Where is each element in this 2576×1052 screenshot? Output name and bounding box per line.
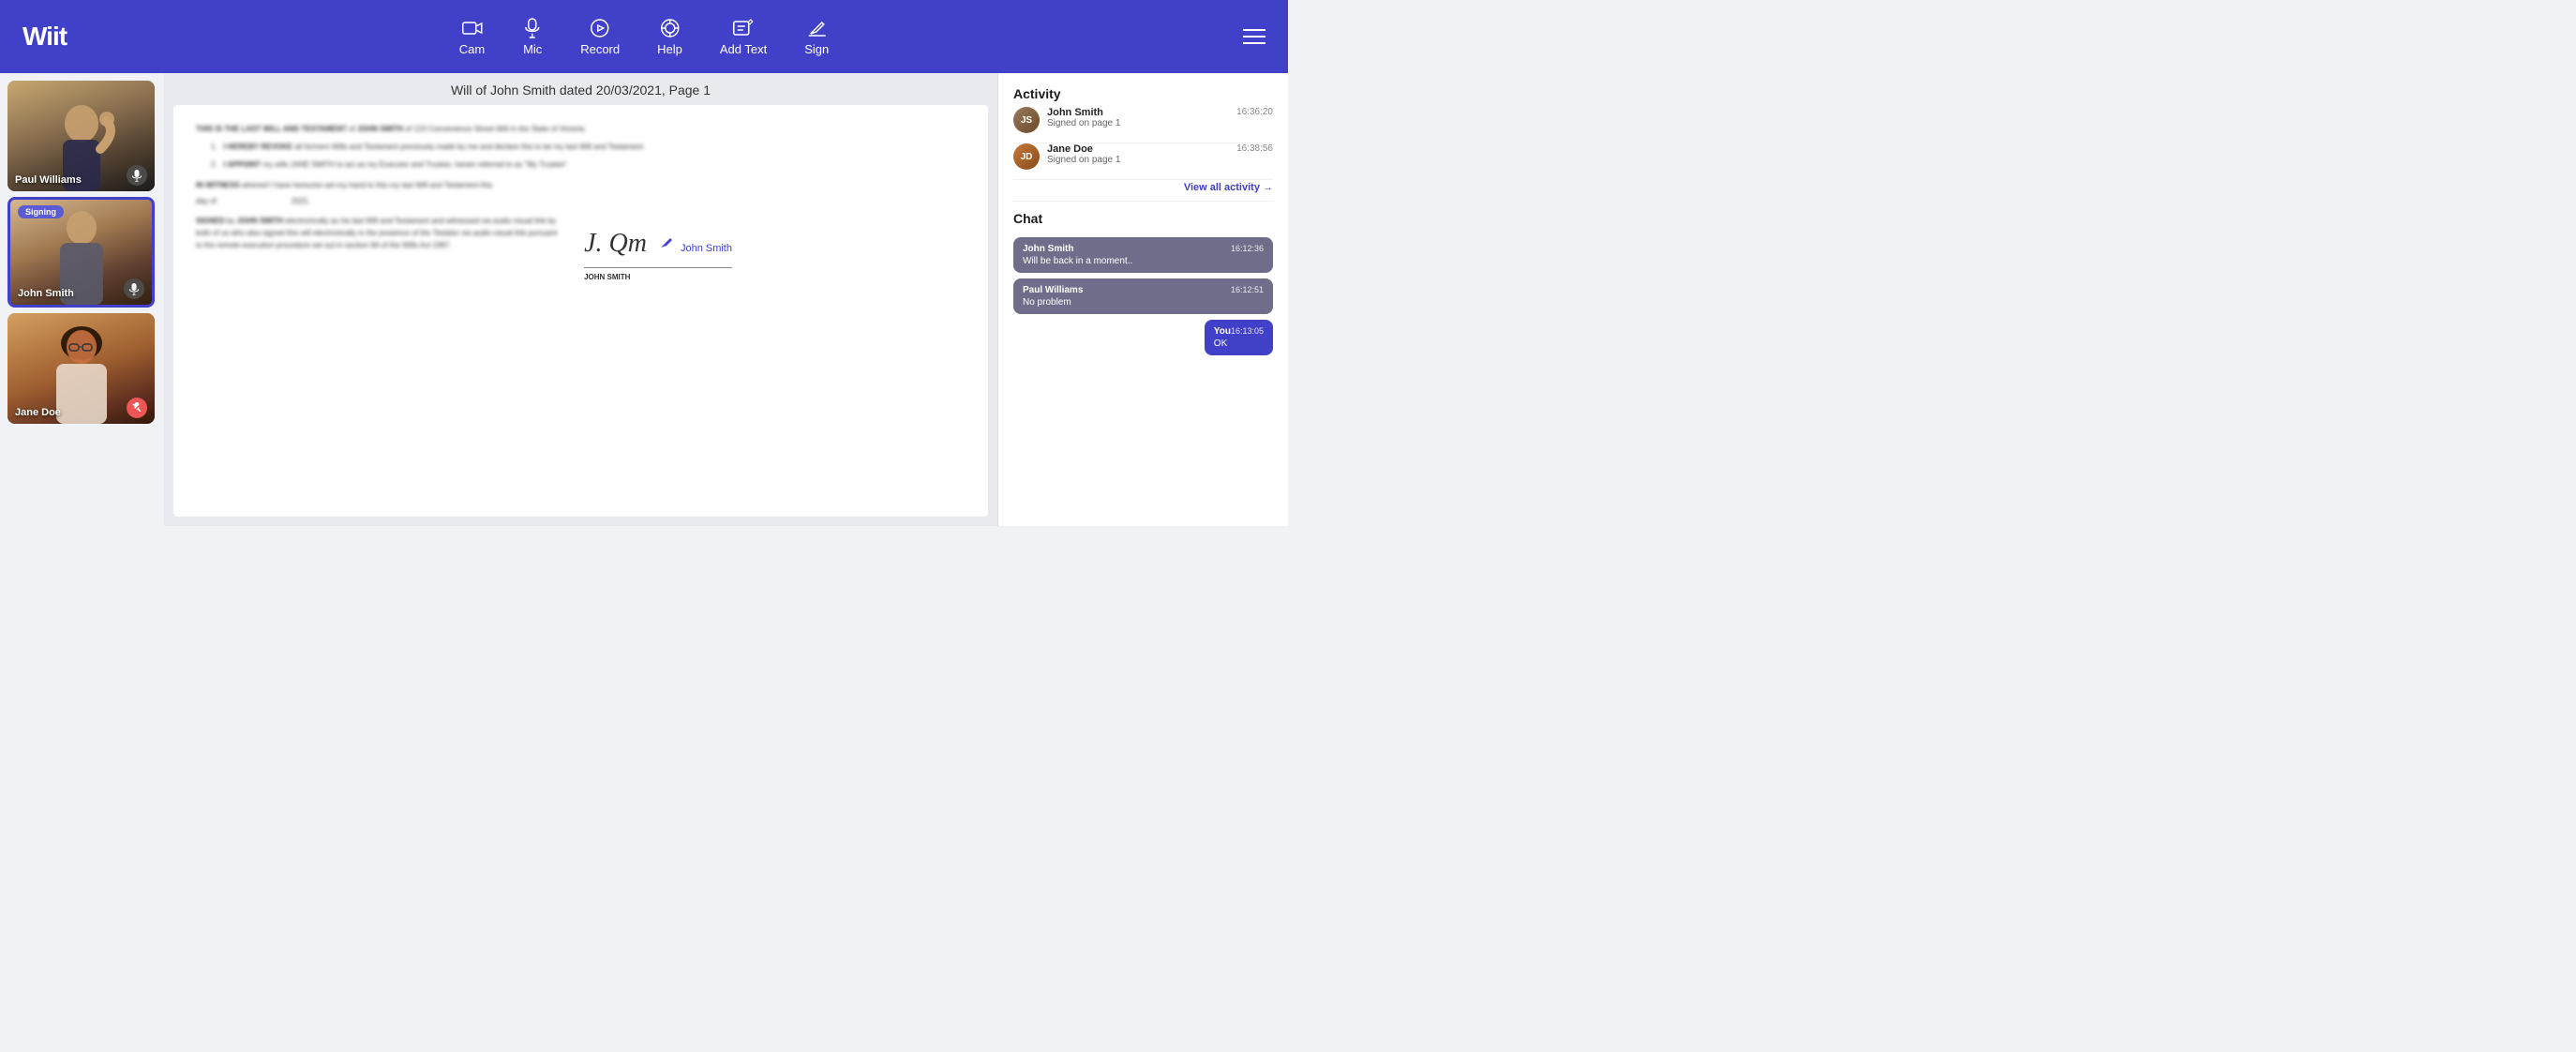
activity-jane-desc: Signed on page 1 bbox=[1047, 155, 1273, 165]
video-jane[interactable]: Jane Doe bbox=[7, 313, 155, 424]
video-john[interactable]: Signing John Smith bbox=[7, 197, 155, 308]
signature-blue-name: John Smith bbox=[681, 243, 732, 254]
chat-sender-you: You bbox=[1214, 326, 1231, 337]
center-panel: Will of John Smith dated 20/03/2021, Pag… bbox=[164, 73, 997, 526]
chat-time-2: 16:12:51 bbox=[1231, 285, 1264, 295]
nav-help[interactable]: Help bbox=[657, 18, 682, 56]
nav-record[interactable]: Record bbox=[580, 18, 620, 56]
activity-item-john: JS John Smith 16:36:20 Signed on page 1 bbox=[1013, 107, 1273, 143]
mic-jane-button[interactable] bbox=[127, 398, 147, 418]
activity-item-jane: JD Jane Doe 16:38:56 Signed on page 1 bbox=[1013, 143, 1273, 180]
activity-jane-name: Jane Doe bbox=[1047, 143, 1093, 155]
chat-text-1: Will be back in a moment.. bbox=[1023, 256, 1264, 266]
cam-icon bbox=[461, 18, 482, 38]
right-panel: Activity JS John Smith 16:36:20 Signed o… bbox=[997, 73, 1288, 526]
signing-badge: Signing bbox=[18, 205, 64, 218]
addtext-icon bbox=[733, 18, 754, 38]
record-icon bbox=[590, 18, 610, 38]
avatar-jane: JD bbox=[1013, 143, 1040, 170]
signature-cursive: J. Qm John Smith bbox=[584, 223, 732, 268]
header: Wiit Cam Mic bbox=[0, 0, 1288, 73]
chat-message-you: You 16:13:05 OK bbox=[1205, 320, 1273, 355]
activity-title: Activity bbox=[1013, 86, 1273, 101]
chat-text-3: OK bbox=[1214, 338, 1264, 349]
chat-sender-paul: Paul Williams bbox=[1023, 285, 1083, 295]
chat-time-1: 16:12:36 bbox=[1231, 244, 1264, 254]
chat-title: Chat bbox=[1013, 211, 1273, 226]
view-all-activity-link[interactable]: View all activity → bbox=[1013, 180, 1273, 202]
signature-area: J. Qm John Smith bbox=[584, 223, 771, 268]
sign-icon bbox=[806, 18, 827, 38]
doc-text: THIS IS THE LAST WILL AND TESTAMENT of J… bbox=[196, 124, 966, 284]
mic-john-button[interactable] bbox=[124, 278, 144, 299]
chat-time-3: 16:13:05 bbox=[1231, 326, 1264, 337]
avatar-john: JS bbox=[1013, 107, 1040, 133]
nav-sign-label: Sign bbox=[804, 42, 829, 56]
chat-message-paul: Paul Williams 16:12:51 No problem bbox=[1013, 278, 1273, 314]
main-content: Paul Williams Signing John Smith bbox=[0, 73, 1288, 526]
activity-john-name: John Smith bbox=[1047, 107, 1103, 118]
help-icon bbox=[659, 18, 680, 38]
activity-john-desc: Signed on page 1 bbox=[1047, 118, 1273, 128]
nav-help-label: Help bbox=[657, 42, 682, 56]
nav-record-label: Record bbox=[580, 42, 620, 56]
mic-paul-button[interactable] bbox=[127, 165, 147, 186]
nav-cam[interactable]: Cam bbox=[459, 18, 485, 56]
logo: Wiit bbox=[22, 22, 67, 52]
nav-mic[interactable]: Mic bbox=[522, 18, 543, 56]
mic-icon bbox=[522, 18, 543, 38]
nav-bar: Cam Mic Record bbox=[459, 18, 830, 56]
nav-mic-label: Mic bbox=[523, 42, 542, 56]
nav-sign[interactable]: Sign bbox=[804, 18, 829, 56]
video-john-label: John Smith bbox=[18, 288, 74, 299]
chat-message-john: John Smith 16:12:36 Will be back in a mo… bbox=[1013, 237, 1273, 273]
chat-text-2: No problem bbox=[1023, 297, 1264, 308]
left-panel: Paul Williams Signing John Smith bbox=[0, 73, 164, 526]
video-paul-label: Paul Williams bbox=[15, 174, 82, 186]
doc-title: Will of John Smith dated 20/03/2021, Pag… bbox=[451, 83, 711, 98]
nav-cam-label: Cam bbox=[459, 42, 485, 56]
video-jane-label: Jane Doe bbox=[15, 407, 61, 418]
activity-section: Activity JS John Smith 16:36:20 Signed o… bbox=[1013, 86, 1273, 202]
activity-jane-time: 16:38:56 bbox=[1236, 143, 1273, 154]
doc-container[interactable]: THIS IS THE LAST WILL AND TESTAMENT of J… bbox=[173, 105, 988, 517]
nav-addtext-label: Add Text bbox=[720, 42, 767, 56]
nav-addtext[interactable]: Add Text bbox=[720, 18, 767, 56]
chat-section: Chat John Smith 16:12:36 Will be back in… bbox=[1013, 211, 1273, 513]
signature-printed: JOHN SMITH bbox=[584, 272, 771, 284]
hamburger-menu[interactable] bbox=[1243, 29, 1266, 44]
video-paul[interactable]: Paul Williams bbox=[7, 81, 155, 191]
activity-john-time: 16:36:20 bbox=[1236, 107, 1273, 117]
chat-sender-john: John Smith bbox=[1023, 244, 1073, 254]
